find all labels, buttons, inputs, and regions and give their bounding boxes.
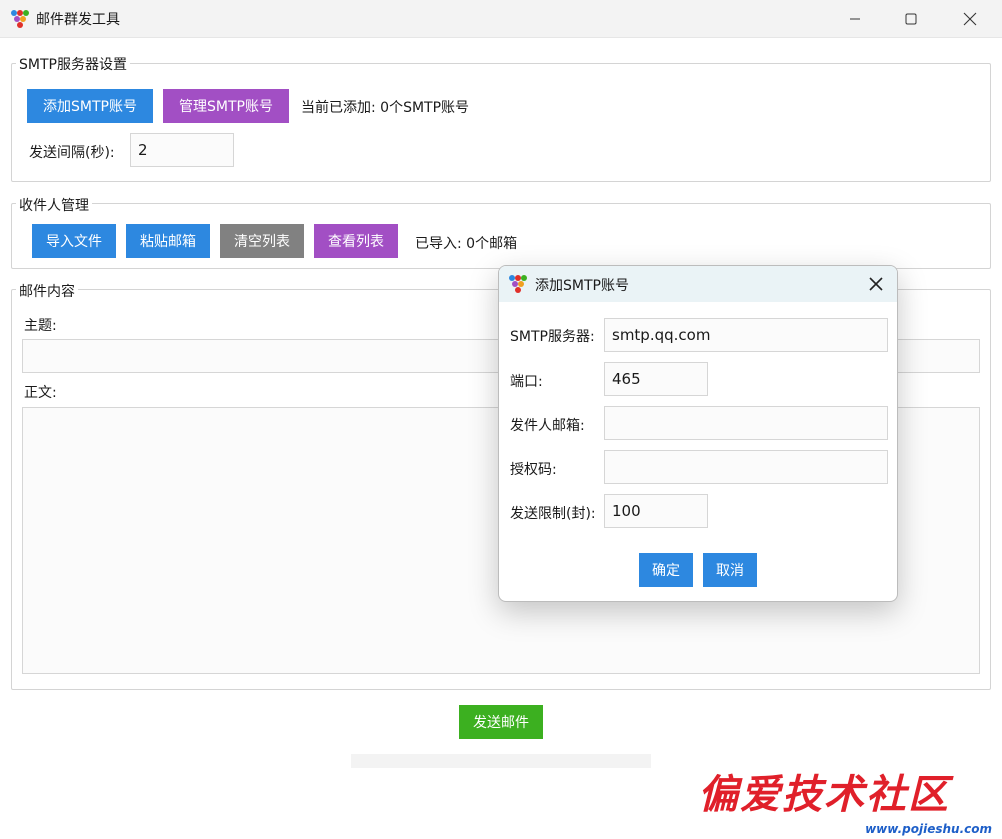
add-smtp-dialog: 添加SMTP账号 SMTP服务器: smtp.qq.com 端口: 465 发件… [498,265,898,602]
minimize-button[interactable] [832,0,878,38]
view-list-button[interactable]: 查看列表 [314,224,398,258]
watermark-url: www.pojieshu.com [865,822,992,836]
maximize-button[interactable] [888,0,934,38]
manage-smtp-button[interactable]: 管理SMTP账号 [163,89,289,123]
send-progress-bar [351,754,651,768]
watermark-text: 偏爱技术社区 [698,771,950,818]
content-group-title: 邮件内容 [16,281,78,301]
paste-emails-button[interactable]: 粘贴邮箱 [126,224,210,258]
app-icon [11,10,29,28]
smtp-group-title: SMTP服务器设置 [16,54,130,74]
dialog-title: 添加SMTP账号 [535,278,629,294]
send-limit-input[interactable]: 100 [604,494,708,528]
add-smtp-button[interactable]: 添加SMTP账号 [27,89,153,123]
sender-email-label: 发件人邮箱: [510,418,585,434]
dialog-close-icon [869,277,883,291]
import-count-status: 已导入: 0个邮箱 [415,236,518,252]
site-watermark: 偏爱技术社区 www.pojieshu.com [698,762,998,836]
title-bar: 邮件群发工具 [0,0,1002,38]
send-mail-button[interactable]: 发送邮件 [459,705,543,739]
smtp-server-input[interactable]: smtp.qq.com [604,318,888,352]
recipient-group-title: 收件人管理 [16,195,92,215]
window-title: 邮件群发工具 [36,12,120,28]
send-interval-input[interactable]: 2 [130,133,234,167]
sender-email-input[interactable] [604,406,888,440]
minimize-icon [850,18,860,20]
body-label: 正文: [24,385,57,401]
cancel-button[interactable]: 取消 [703,553,757,587]
close-button[interactable] [947,0,993,38]
close-icon [963,12,977,26]
port-label: 端口: [510,374,543,390]
send-limit-label: 发送限制(封): [510,506,596,522]
auth-code-label: 授权码: [510,462,557,478]
smtp-count-status: 当前已添加: 0个SMTP账号 [301,100,470,116]
dialog-title-bar: 添加SMTP账号 [499,266,897,302]
clear-list-button[interactable]: 清空列表 [220,224,304,258]
dialog-app-icon [509,275,527,293]
dialog-close-button[interactable] [867,275,885,293]
ok-button[interactable]: 确定 [639,553,693,587]
import-file-button[interactable]: 导入文件 [32,224,116,258]
subject-label: 主题: [24,318,57,334]
maximize-icon [905,13,917,25]
auth-code-input[interactable] [604,450,888,484]
port-input[interactable]: 465 [604,362,708,396]
send-interval-label: 发送间隔(秒): [29,145,115,161]
smtp-server-label: SMTP服务器: [510,329,595,345]
